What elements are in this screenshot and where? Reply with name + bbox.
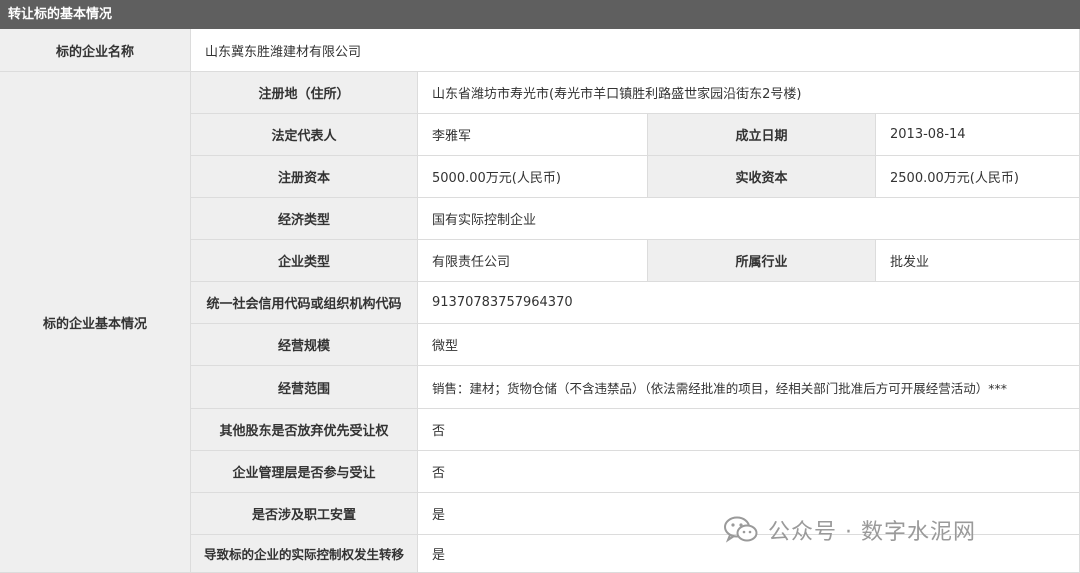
staff-placement-label: 是否涉及职工安置 bbox=[191, 493, 418, 535]
economic-type-value: 国有实际控制企业 bbox=[418, 198, 1080, 240]
business-scope-label: 经营范围 bbox=[191, 366, 418, 409]
watermark-text: 公众号 · 数字水泥网 bbox=[768, 520, 976, 545]
industry-label: 所属行业 bbox=[648, 240, 876, 282]
established-value: 2013-08-14 bbox=[876, 114, 1080, 156]
registered-address-label: 注册地（住所） bbox=[191, 72, 418, 114]
company-type-value: 有限责任公司 bbox=[418, 240, 648, 282]
registered-address-value: 山东省潍坊市寿光市(寿光市羊口镇胜利路盛世家园沿街东2号楼) bbox=[418, 72, 1080, 114]
wechat-icon bbox=[724, 516, 758, 543]
company-name-label: 标的企业名称 bbox=[0, 29, 191, 72]
paid-capital-label: 实收资本 bbox=[648, 156, 876, 198]
economic-type-label: 经济类型 bbox=[191, 198, 418, 240]
management-participate-label: 企业管理层是否参与受让 bbox=[191, 451, 418, 493]
industry-value: 批发业 bbox=[876, 240, 1080, 282]
registered-capital-value: 5000.00万元(人民币) bbox=[418, 156, 648, 198]
shareholders-waive-label: 其他股东是否放弃优先受让权 bbox=[191, 409, 418, 451]
company-type-label: 企业类型 bbox=[191, 240, 418, 282]
legal-rep-value: 李雅军 bbox=[418, 114, 648, 156]
control-transfer-label: 导致标的企业的实际控制权发生转移 bbox=[191, 535, 418, 573]
registered-capital-label: 注册资本 bbox=[191, 156, 418, 198]
company-name-value: 山东冀东胜潍建材有限公司 bbox=[191, 29, 1080, 72]
paid-capital-value: 2500.00万元(人民币) bbox=[876, 156, 1080, 198]
scale-label: 经营规模 bbox=[191, 324, 418, 366]
shareholders-waive-value: 否 bbox=[418, 409, 1080, 451]
established-label: 成立日期 bbox=[648, 114, 876, 156]
watermark: 公众号 · 数字水泥网 bbox=[724, 510, 1064, 550]
management-participate-value: 否 bbox=[418, 451, 1080, 493]
credit-code-value: 91370783757964370 bbox=[418, 282, 1080, 324]
section-header: 转让标的基本情况 bbox=[0, 0, 1080, 29]
basic-info-label: 标的企业基本情况 bbox=[0, 72, 191, 573]
business-scope-value: 销售：建材；货物仓储（不含违禁品）（依法需经批准的项目，经相关部门批准后方可开展… bbox=[418, 366, 1080, 409]
credit-code-label: 统一社会信用代码或组织机构代码 bbox=[191, 282, 418, 324]
legal-rep-label: 法定代表人 bbox=[191, 114, 418, 156]
scale-value: 微型 bbox=[418, 324, 1080, 366]
